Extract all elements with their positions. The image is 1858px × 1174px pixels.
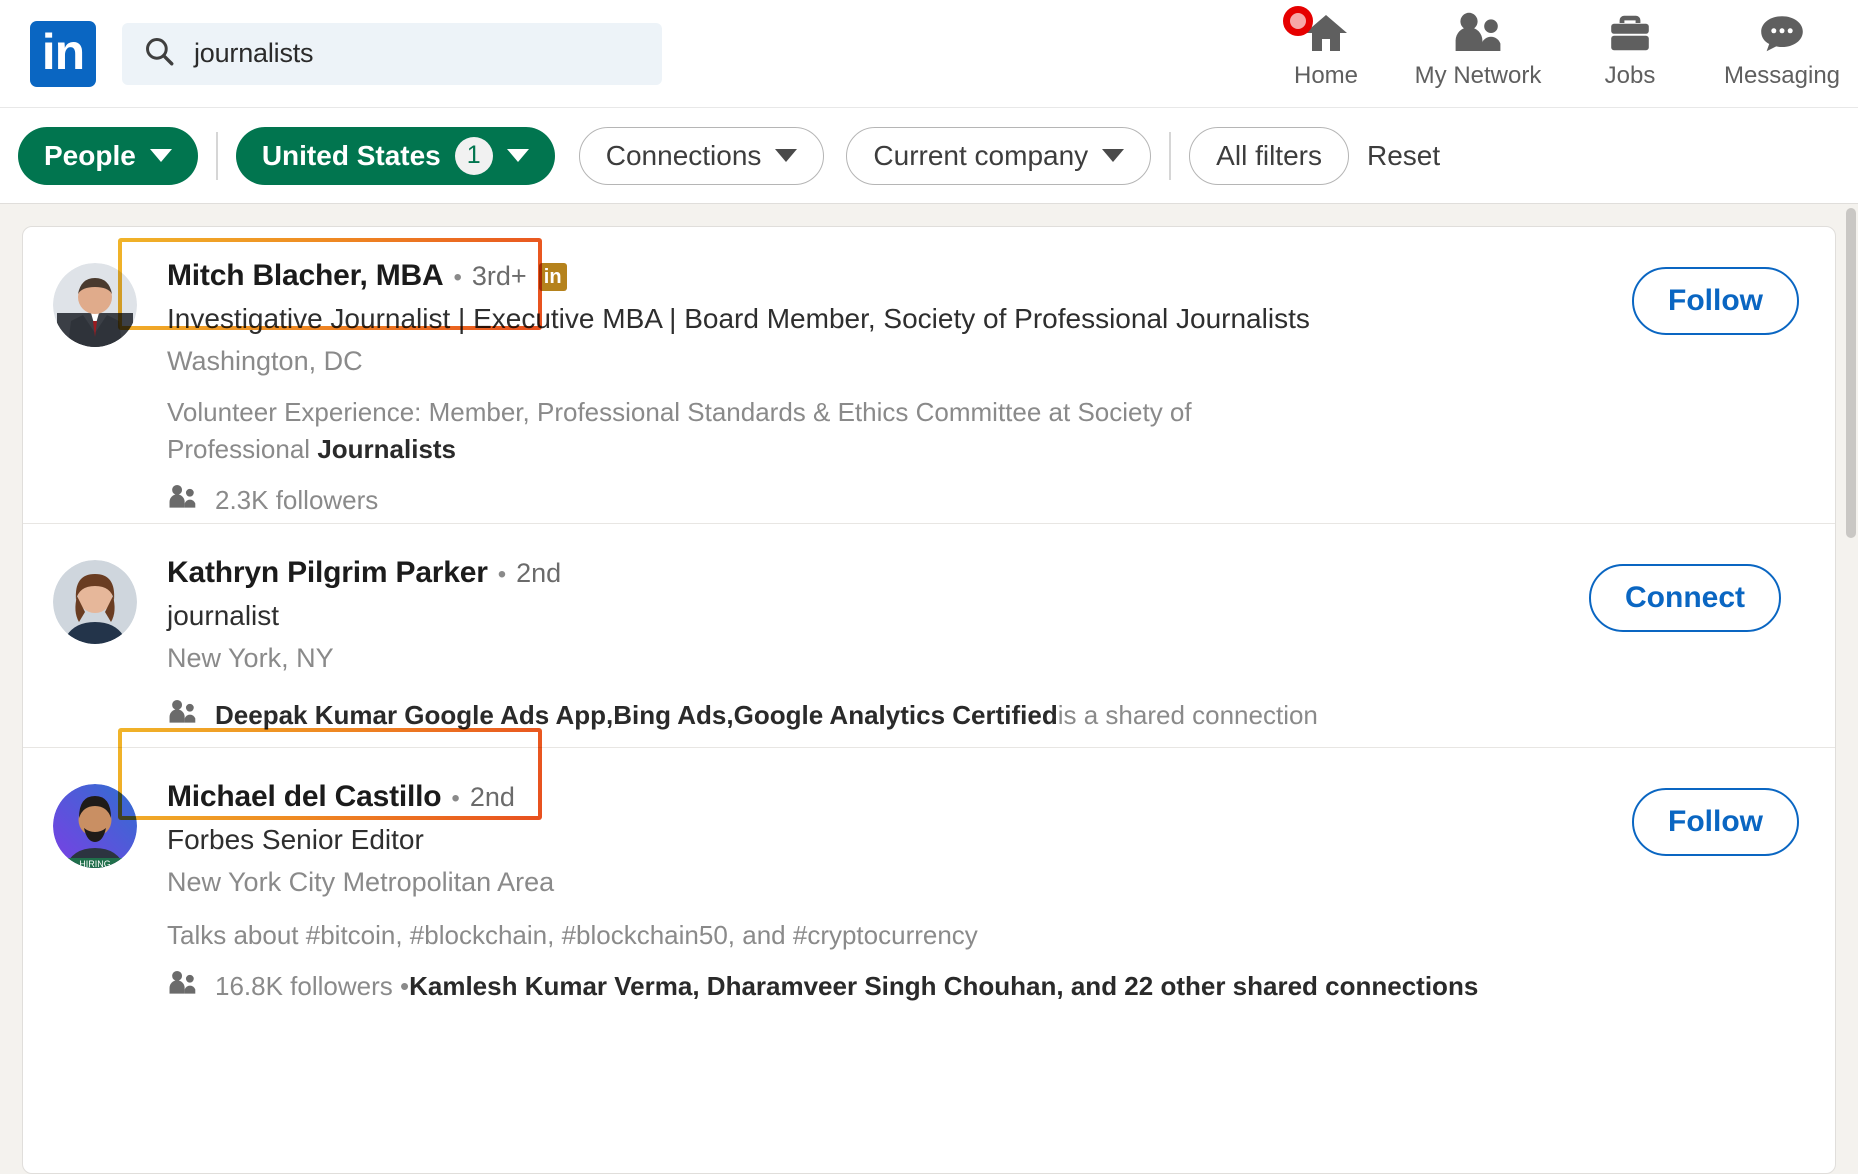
result-name[interactable]: Michael del Castillo (167, 778, 442, 816)
nav-item-group: Home My Network Jobs Messaging (1250, 0, 1858, 108)
result-meta-prefix: 2.3K followers (215, 484, 379, 515)
avatar[interactable] (53, 263, 137, 347)
linkedin-premium-badge-icon: in (538, 263, 567, 291)
search-result-item[interactable]: Kathryn Pilgrim Parker • 2nd journalist … (23, 523, 1835, 747)
nav-item-my-network[interactable]: My Network (1402, 6, 1554, 90)
filter-location-count: 1 (454, 136, 493, 175)
home-icon (1283, 6, 1351, 60)
chevron-down-icon (506, 149, 529, 162)
result-name-line: Michael del Castillo • 2nd (167, 778, 1799, 816)
separator-dot: • (451, 785, 460, 812)
chevron-down-icon (1102, 149, 1125, 162)
result-degree: 2nd (516, 558, 562, 588)
search-results-area: Mitch Blacher, MBA • 3rd+ in Investigati… (0, 204, 1858, 1174)
result-summary: Volunteer Experience: Member, Profession… (167, 394, 1297, 468)
result-meta-highlight: Deepak Kumar Google Ads App,Bing Ads,Goo… (215, 699, 1058, 730)
linkedin-logo[interactable]: in (30, 20, 96, 87)
messaging-icon (1757, 6, 1807, 60)
filter-divider-2 (1169, 131, 1172, 180)
search-query-text: journalists (194, 38, 314, 68)
network-icon (1452, 6, 1504, 60)
result-details: Kathryn Pilgrim Parker • 2nd journalist … (137, 554, 1799, 730)
nav-item-jobs[interactable]: Jobs (1554, 6, 1706, 90)
result-headline: journalist (167, 600, 280, 632)
follow-button[interactable]: Follow (1632, 788, 1799, 856)
result-name-line: Mitch Blacher, MBA • 3rd+ in (167, 257, 1799, 295)
separator-dot: • (497, 561, 507, 588)
nav-item-jobs-label: Jobs (1604, 62, 1656, 89)
filter-all-filters-button[interactable]: All filters (1189, 126, 1349, 185)
connect-button[interactable]: Connect (1589, 564, 1781, 632)
result-name-line: Kathryn Pilgrim Parker • 2nd (167, 554, 1799, 592)
avatar[interactable]: HIRING (53, 784, 137, 868)
follow-button[interactable]: Follow (1632, 267, 1799, 335)
result-summary: Talks about #bitcoin, #blockchain, #bloc… (167, 917, 1297, 954)
nav-item-messaging[interactable]: Messaging (1706, 6, 1858, 90)
search-result-item[interactable]: Mitch Blacher, MBA • 3rd+ in Investigati… (23, 227, 1835, 523)
result-summary-highlight: Journalists (317, 433, 457, 464)
separator-dot: • (453, 264, 462, 291)
people-icon (167, 484, 199, 517)
result-summary-prefix: Talks about #bitcoin, #blockchain, #bloc… (167, 919, 978, 950)
filter-location-label: United States (261, 139, 441, 171)
result-headline: Investigative Journalist | Executive MBA… (167, 303, 1310, 335)
result-details: Mitch Blacher, MBA • 3rd+ in Investigati… (137, 257, 1799, 515)
result-meta: 2.3K followers (167, 484, 1799, 517)
result-degree: 2nd (469, 782, 515, 812)
search-result-item[interactable]: HIRING Michael del Castillo • 2nd Forbes… (23, 747, 1835, 1017)
result-meta-suffix: is a shared connection (1057, 699, 1318, 730)
top-navigation-bar: in journalists Home My Network Jobs Mess… (0, 0, 1858, 108)
people-icon (167, 970, 199, 1003)
filter-connections-label: Connections (605, 139, 762, 171)
search-results-list: Mitch Blacher, MBA • 3rd+ in Investigati… (22, 226, 1836, 1174)
result-meta: Deepak Kumar Google Ads App,Bing Ads,Goo… (167, 699, 1799, 732)
nav-item-my-network-label: My Network (1414, 62, 1542, 89)
result-meta-highlight: Kamlesh Kumar Verma, Dharamveer Singh Ch… (409, 970, 1479, 1001)
result-location: New York, NY (167, 643, 334, 674)
filter-people-label: People (44, 139, 136, 171)
chevron-down-icon (775, 149, 798, 162)
result-location: Washington, DC (167, 346, 363, 377)
filter-location[interactable]: United States 1 (235, 126, 555, 185)
nav-item-home[interactable]: Home (1250, 6, 1402, 90)
filter-reset-button[interactable]: Reset (1349, 140, 1458, 172)
scrollbar-thumb[interactable] (1846, 208, 1856, 538)
result-meta-prefix: 16.8K followers • (215, 970, 410, 1001)
result-headline: Forbes Senior Editor (167, 824, 424, 856)
filter-current-company-label: Current company (873, 139, 1089, 171)
result-meta: 16.8K followers • Kamlesh Kumar Verma, D… (167, 970, 1799, 1003)
filter-all-filters-label: All filters (1216, 139, 1322, 171)
result-details: Michael del Castillo • 2nd Forbes Senior… (137, 778, 1799, 1001)
filter-current-company[interactable]: Current company (846, 126, 1152, 185)
svg-text:HIRING: HIRING (79, 859, 111, 868)
nav-item-home-label: Home (1293, 62, 1359, 89)
people-icon (167, 699, 199, 732)
result-name[interactable]: Kathryn Pilgrim Parker (167, 554, 488, 592)
search-input[interactable]: journalists (122, 22, 662, 85)
filter-connections[interactable]: Connections (578, 126, 825, 185)
search-filter-bar: People United States 1 Connections Curre… (0, 108, 1858, 204)
chevron-down-icon (149, 149, 172, 162)
search-icon (142, 34, 176, 73)
linkedin-logo-text: in (41, 23, 85, 80)
nav-item-messaging-label: Messaging (1723, 62, 1841, 89)
briefcase-icon (1606, 6, 1654, 60)
avatar[interactable] (53, 560, 137, 644)
result-degree: 3rd+ (471, 261, 527, 291)
result-name[interactable]: Mitch Blacher, MBA (167, 257, 444, 295)
filter-divider-1 (215, 131, 218, 180)
filter-people[interactable]: People (18, 126, 198, 185)
home-notification-badge (1283, 6, 1313, 36)
result-location: New York City Metropolitan Area (167, 867, 555, 898)
